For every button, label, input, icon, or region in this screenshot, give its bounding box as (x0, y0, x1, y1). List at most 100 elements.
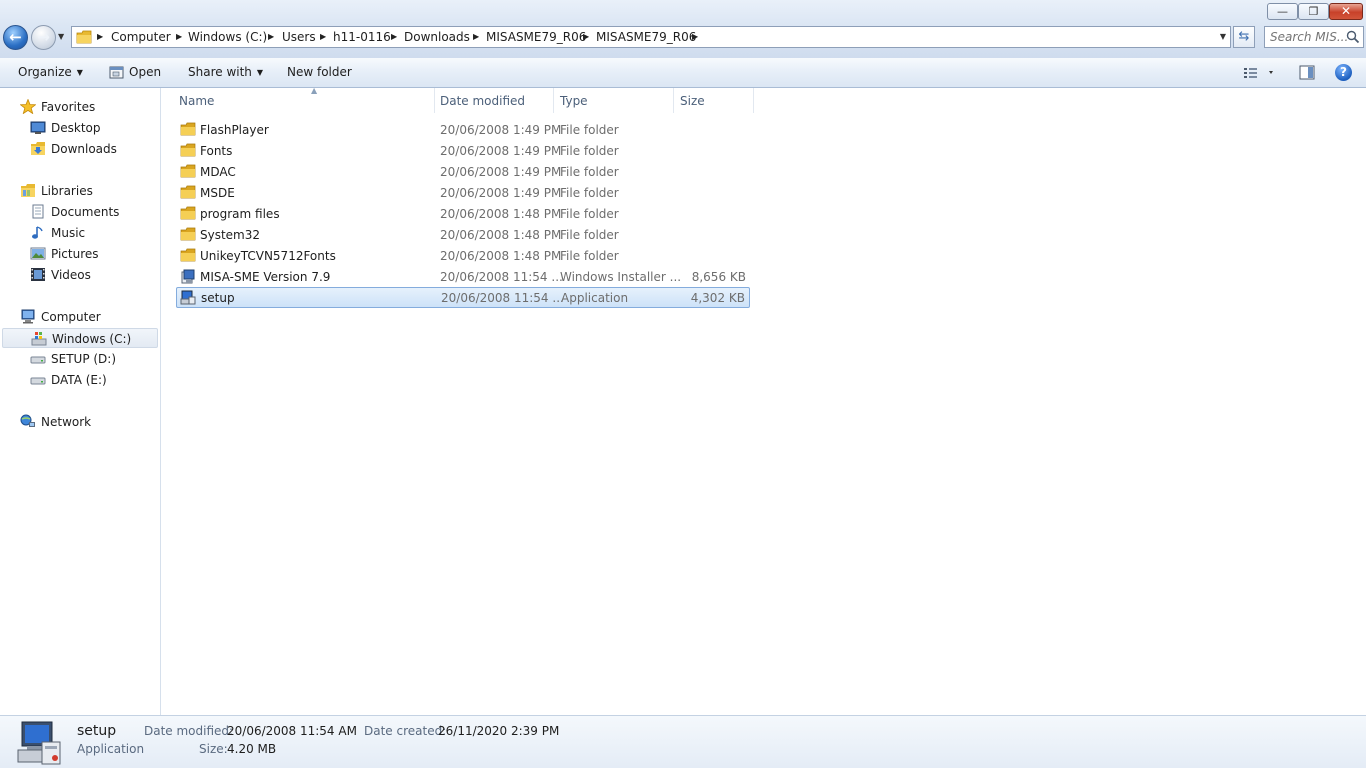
forward-button[interactable]: → (31, 25, 56, 50)
breadcrumb-separator-icon[interactable]: ▶ (583, 32, 589, 41)
refresh-button[interactable]: ⇆ (1233, 26, 1255, 48)
file-row[interactable]: System32 20/06/2008 1:48 PM File folder (176, 224, 750, 245)
network-icon (20, 414, 35, 427)
breadcrumb-separator-icon[interactable]: ▶ (97, 32, 103, 41)
desktop-icon (30, 121, 46, 134)
windows-drive-icon (31, 332, 47, 346)
setup-app-icon (17, 721, 61, 765)
close-button[interactable]: ✕ (1329, 3, 1363, 20)
help-button[interactable]: ? (1335, 64, 1352, 81)
breadcrumb-misasme79-r06-current[interactable]: MISASME79_R06 (596, 30, 696, 44)
breadcrumb-separator-icon[interactable]: ▶ (268, 32, 274, 41)
file-type: File folder (560, 186, 619, 200)
file-name: MDAC (200, 165, 236, 179)
maximize-button[interactable]: ❐ (1298, 3, 1329, 20)
nav-libraries-label: Libraries (41, 184, 93, 198)
details-date-created-value: 26/11/2020 2:39 PM (438, 724, 560, 738)
share-with-label: Share with (188, 65, 252, 79)
breadcrumb-windows-c[interactable]: Windows (C:) (188, 30, 267, 44)
search-input[interactable] (1270, 30, 1350, 44)
search-box[interactable] (1264, 26, 1364, 48)
file-type: File folder (560, 123, 619, 137)
pictures-icon (30, 247, 46, 260)
breadcrumb-downloads[interactable]: Downloads (404, 30, 470, 44)
column-header-name[interactable]: Name ▲ (173, 86, 435, 113)
file-row-selected[interactable]: setup 20/06/2008 11:54 ... Application 4,30… (176, 287, 750, 308)
share-with-menu[interactable]: Share with ▼ (188, 65, 263, 79)
address-history-dropdown[interactable]: ▼ (1220, 32, 1226, 41)
file-row[interactable]: MSDE 20/06/2008 1:49 PM File folder (176, 182, 750, 203)
nav-windows-c[interactable]: Windows (C:) (2, 328, 158, 348)
computer-icon (21, 309, 35, 324)
forward-arrow-icon: → (37, 28, 50, 46)
recent-pages-dropdown[interactable]: ▼ (58, 32, 64, 41)
breadcrumb-separator-icon[interactable]: ▶ (320, 32, 326, 41)
details-size-value: 4.20 MB (227, 742, 277, 756)
column-size-label: Size (680, 94, 705, 108)
file-row[interactable]: MDAC 20/06/2008 1:49 PM File folder (176, 161, 750, 182)
open-window-icon (109, 66, 124, 79)
file-row[interactable]: Fonts 20/06/2008 1:49 PM File folder (176, 140, 750, 161)
breadcrumb-separator-icon[interactable]: ▶ (692, 32, 698, 41)
breadcrumb-separator-icon[interactable]: ▶ (473, 32, 479, 41)
new-folder-button[interactable]: New folder (287, 65, 352, 79)
breadcrumb-separator-icon[interactable]: ▶ (176, 32, 182, 41)
file-size: 4,302 KB (690, 291, 745, 305)
nav-setup-d-label: SETUP (D:) (51, 352, 117, 366)
details-date-modified-value: 20/06/2008 11:54 AM (227, 724, 357, 738)
file-row[interactable]: UnikeyTCVN5712Fonts 20/06/2008 1:48 PM Fil… (176, 245, 750, 266)
downloads-folder-icon (31, 142, 45, 155)
nav-windows-c-label: Windows (C:) (52, 332, 132, 346)
file-date-modified: 20/06/2008 11:54 ... (440, 270, 563, 284)
file-name: FlashPlayer (200, 123, 269, 137)
preview-pane-icon[interactable] (1299, 65, 1315, 80)
breadcrumb-user-folder[interactable]: h11-0116 (333, 30, 391, 44)
back-button[interactable]: ← (3, 25, 28, 50)
file-date-modified: 20/06/2008 1:48 PM (440, 249, 562, 263)
breadcrumb-users[interactable]: Users (282, 30, 316, 44)
file-date-modified: 20/06/2008 1:48 PM (440, 207, 562, 221)
organize-menu[interactable]: Organize ▼ (18, 65, 83, 79)
address-bar[interactable]: ▶ Computer ▶ Windows (C:) ▶ Users ▶ h11-… (71, 26, 1231, 48)
minimize-button[interactable]: — (1267, 3, 1298, 20)
breadcrumb-computer[interactable]: Computer (111, 30, 171, 44)
file-date-modified: 20/06/2008 1:48 PM (440, 228, 562, 242)
file-name: Fonts (200, 144, 233, 158)
column-date-label: Date modified (440, 94, 526, 108)
back-arrow-icon: ← (9, 28, 22, 46)
file-row[interactable]: FlashPlayer 20/06/2008 1:49 PM File folder (176, 119, 750, 140)
close-icon: ✕ (1340, 4, 1352, 18)
file-name: UnikeyTCVN5712Fonts (200, 249, 336, 263)
file-date-modified: 20/06/2008 1:49 PM (440, 144, 562, 158)
column-header-date-modified[interactable]: Date modified (434, 88, 554, 113)
refresh-icon: ⇆ (1238, 29, 1250, 44)
breadcrumb-misasme79-r06[interactable]: MISASME79_R06 (486, 30, 586, 44)
organize-label: Organize (18, 65, 72, 79)
file-name: MSDE (200, 186, 235, 200)
column-header-size[interactable]: Size (674, 88, 754, 113)
setup-app-icon (180, 290, 196, 305)
file-date-modified: 20/06/2008 1:49 PM (440, 186, 562, 200)
nav-documents-label: Documents (51, 205, 120, 219)
nav-network-label: Network (41, 415, 92, 429)
file-type: File folder (560, 228, 619, 242)
column-type-label: Type (560, 94, 588, 108)
breadcrumb-separator-icon[interactable]: ▶ (391, 32, 397, 41)
column-header-type[interactable]: Type (554, 88, 674, 113)
file-date-modified: 20/06/2008 1:49 PM (440, 165, 562, 179)
installer-icon (181, 269, 195, 284)
folder-icon (76, 30, 92, 44)
folder-icon (180, 206, 196, 220)
change-view-icon[interactable] (1243, 66, 1277, 80)
details-file-name: setup (77, 723, 117, 739)
file-row[interactable]: MISA-SME Version 7.9 20/06/2008 11:54 ...… (176, 266, 750, 287)
documents-icon (32, 204, 44, 219)
nav-desktop-label: Desktop (51, 121, 101, 135)
star-icon (20, 99, 36, 114)
title-bar: — ❐ ✕ ← → ▼ ▶ Computer ▶ Windows (C:) ▶ … (0, 0, 1366, 59)
column-name-label: Name (179, 94, 215, 108)
folder-icon (180, 143, 196, 157)
file-row[interactable]: program files 20/06/2008 1:48 PM File fold… (176, 203, 750, 224)
open-button[interactable]: Open (129, 65, 161, 79)
file-name: program files (200, 207, 280, 221)
